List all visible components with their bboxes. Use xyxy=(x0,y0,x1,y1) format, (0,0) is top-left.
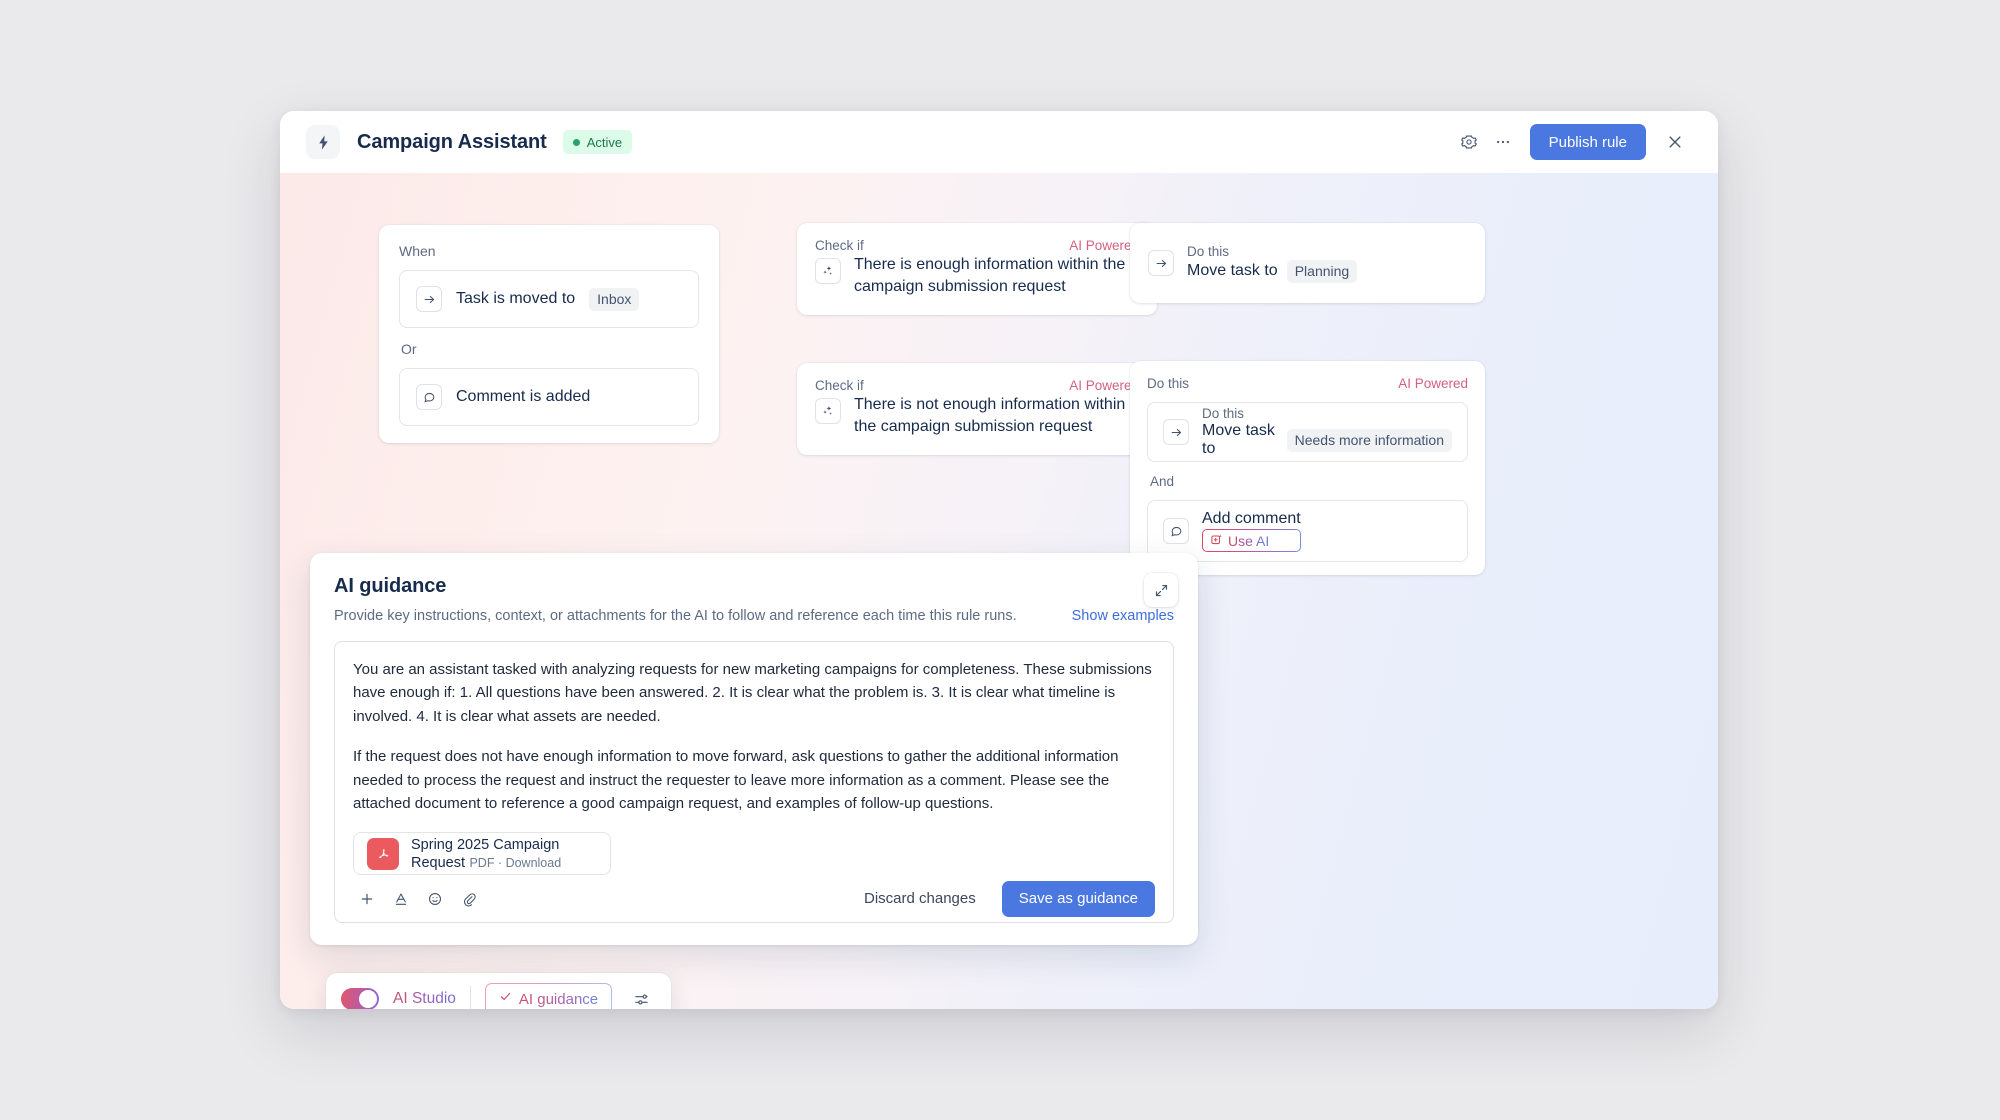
paperclip-icon[interactable] xyxy=(455,885,483,913)
trigger-value-pill[interactable]: Inbox xyxy=(589,287,640,311)
action-value-pill[interactable]: Needs more information xyxy=(1286,428,1452,452)
arrow-right-icon xyxy=(1163,419,1189,445)
ai-guidance-subheader: Provide key instructions, context, or at… xyxy=(334,608,1174,624)
rule-canvas: When Task is moved to Inbox Or Comment i… xyxy=(280,173,1718,1009)
show-examples-link[interactable]: Show examples xyxy=(1072,608,1174,624)
close-icon[interactable] xyxy=(1658,125,1692,159)
condition-text: There is enough information within the c… xyxy=(854,256,1126,295)
trigger-label: Comment is added xyxy=(456,388,591,405)
check-if-label: Check if xyxy=(815,238,864,253)
toggle-knob xyxy=(359,990,377,1008)
text-format-icon[interactable] xyxy=(387,885,415,913)
ai-guidance-title: AI guidance xyxy=(334,575,447,597)
ai-powered-badge: AI Powered xyxy=(1069,378,1139,393)
comment-icon xyxy=(416,384,442,410)
ai-studio-bar: AI Studio AI guidance xyxy=(326,973,672,1009)
arrow-right-icon xyxy=(416,286,442,312)
or-label: Or xyxy=(401,341,417,357)
trigger-label: Task is moved to xyxy=(456,290,576,307)
action-content: Add comment Use AI xyxy=(1202,510,1301,552)
action-label: Move task to xyxy=(1187,262,1278,279)
action-value-pill[interactable]: Planning xyxy=(1286,259,1358,283)
status-dot xyxy=(572,138,580,146)
guidance-paragraph-2: If the request does not have enough info… xyxy=(353,748,1119,812)
sliders-icon[interactable] xyxy=(626,984,656,1009)
status-label: Active xyxy=(586,134,623,150)
publish-rule-button[interactable]: Publish rule xyxy=(1529,124,1646,160)
condition-card-not-enough-info[interactable]: Check if AI Powered There is not enough … xyxy=(797,363,1157,455)
sparkle-icon xyxy=(815,258,841,284)
action-line: Move task to Needs more information xyxy=(1202,422,1452,458)
action-group-header: Do this AI Powered xyxy=(1147,376,1468,391)
page-title: Campaign Assistant xyxy=(357,130,547,153)
do-this-label: Do this xyxy=(1202,406,1245,421)
pdf-file-icon xyxy=(367,837,399,870)
when-label: When xyxy=(399,243,436,259)
action-card-add-comment[interactable]: Add comment Use AI xyxy=(1147,500,1468,562)
toggle-on-icon[interactable] xyxy=(341,988,379,1009)
gear-icon[interactable] xyxy=(1452,125,1486,159)
expand-diagonal-icon[interactable] xyxy=(1144,573,1178,607)
save-as-guidance-button[interactable]: Save as guidance xyxy=(1001,880,1155,917)
do-this-label: Do this xyxy=(1187,243,1230,259)
use-ai-button[interactable]: Use AI xyxy=(1202,529,1301,552)
editor-toolbar: Discard changes Save as guidance xyxy=(353,875,1155,922)
ai-guidance-chip-label: AI guidance xyxy=(518,990,599,1008)
action-content: Do this Move task to Planning xyxy=(1187,243,1358,283)
add-ai-icon xyxy=(1210,533,1223,549)
lightning-bolt-icon xyxy=(306,125,340,159)
action-group-card-ai: Do this AI Powered Do this Move task to … xyxy=(1130,361,1485,575)
trigger-group-card: When Task is moved to Inbox Or Comment i… xyxy=(379,225,719,443)
divider xyxy=(469,986,471,1009)
sparkle-icon xyxy=(815,398,841,424)
check-if-label: Check if xyxy=(815,378,864,393)
status-badge: Active xyxy=(562,130,633,154)
ai-powered-badge: AI Powered xyxy=(1398,376,1468,391)
do-this-label: Do this xyxy=(1147,376,1190,391)
plus-icon[interactable] xyxy=(353,885,381,913)
attachment-subtext: PDF · Download xyxy=(469,855,562,870)
condition-body: There is enough information within the c… xyxy=(815,254,1139,297)
attachment-meta-block: Spring 2025 Campaign Request PDF · Downl… xyxy=(411,836,597,872)
action-card-move-planning[interactable]: Do this Move task to Planning xyxy=(1130,223,1485,303)
and-label: And xyxy=(1150,474,1175,489)
attachment-card[interactable]: Spring 2025 Campaign Request PDF · Downl… xyxy=(353,832,611,876)
emoji-icon[interactable] xyxy=(421,885,449,913)
action-line: Move task to Planning xyxy=(1187,259,1358,283)
comment-icon xyxy=(1163,518,1189,544)
automation-rule-modal: Campaign Assistant Active Publish rule W… xyxy=(280,111,1718,1009)
condition-header: Check if AI Powered xyxy=(815,378,1139,393)
ai-guidance-editor[interactable]: You are an assistant tasked with analyzi… xyxy=(334,641,1174,923)
condition-text: There is not enough information within t… xyxy=(854,396,1126,435)
trigger-task-moved[interactable]: Task is moved to Inbox xyxy=(399,270,699,328)
ai-powered-badge: AI Powered xyxy=(1069,238,1139,253)
modal-titlebar: Campaign Assistant Active Publish rule xyxy=(280,111,1718,173)
ai-studio-label: AI Studio xyxy=(393,990,456,1007)
trigger-comment-added[interactable]: Comment is added xyxy=(399,368,699,426)
condition-body: There is not enough information within t… xyxy=(815,394,1139,437)
ellipsis-icon[interactable] xyxy=(1486,125,1520,159)
action-content: Do this Move task to Needs more informat… xyxy=(1202,406,1452,458)
guidance-paragraph-1: You are an assistant tasked with analyzi… xyxy=(353,661,1152,725)
ai-guidance-chip[interactable]: AI guidance xyxy=(485,983,612,1009)
condition-header: Check if AI Powered xyxy=(815,238,1139,253)
action-label: Move task to xyxy=(1202,422,1275,457)
ai-guidance-subtitle: Provide key instructions, context, or at… xyxy=(334,608,1017,624)
arrow-right-icon xyxy=(1148,250,1174,276)
discard-changes-button[interactable]: Discard changes xyxy=(850,881,990,917)
ai-guidance-panel: AI guidance Provide key instructions, co… xyxy=(310,553,1198,945)
condition-card-enough-info[interactable]: Check if AI Powered There is enough info… xyxy=(797,223,1157,315)
use-ai-label: Use AI xyxy=(1228,532,1270,549)
action-label: Add comment xyxy=(1202,510,1301,527)
check-icon xyxy=(499,990,512,1008)
action-card-move-needs-info[interactable]: Do this Move task to Needs more informat… xyxy=(1147,402,1468,462)
